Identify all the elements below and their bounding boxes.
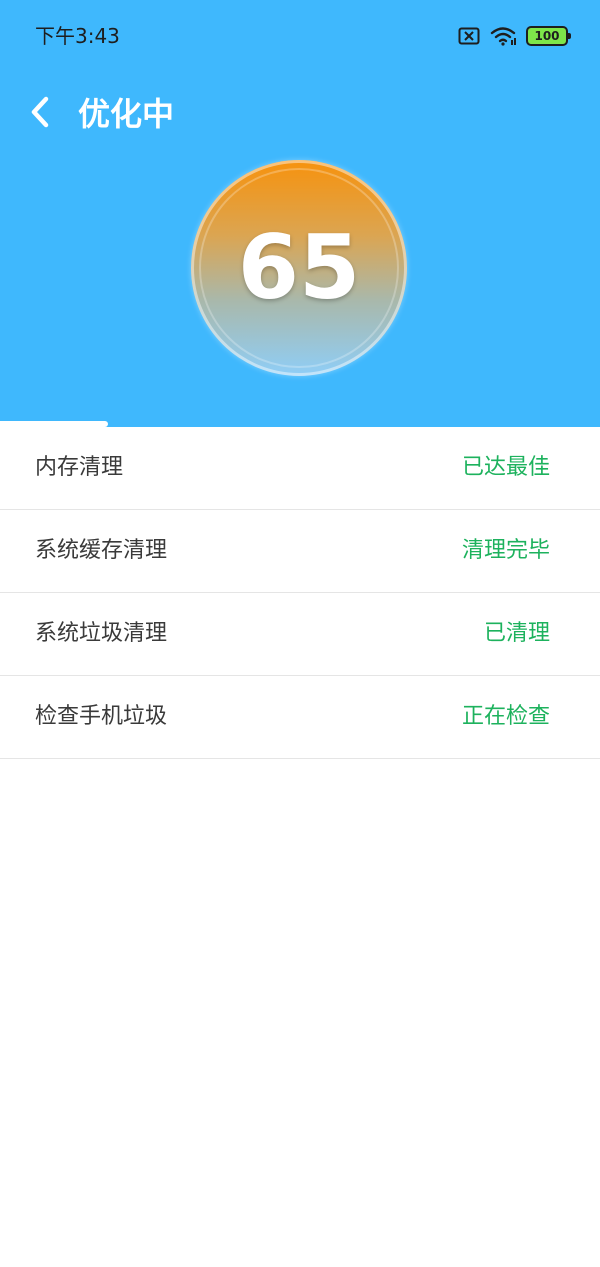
battery-icon: 100 [526,26,571,46]
task-item-system-cache: 系统缓存清理 清理完毕 [0,510,600,593]
optimization-screen: 下午3:43 100 优化中 65 内存清理 已达最佳 系统缓存清理 清理完毕 … [0,0,600,1267]
task-name: 检查手机垃圾 [35,704,168,729]
task-status: 已达最佳 [461,455,550,480]
nav-bar: 优化中 [0,82,600,146]
header-panel: 下午3:43 100 优化中 65 [0,0,600,427]
task-status: 正在检查 [461,704,550,729]
chevron-left-icon [29,95,51,133]
score-value: 65 [237,216,361,319]
task-name: 系统缓存清理 [35,538,168,563]
status-bar: 下午3:43 100 [0,0,600,72]
score-ball: 65 [191,160,407,376]
task-item-phone-junk: 检查手机垃圾 正在检查 [0,676,600,759]
page-title: 优化中 [78,95,175,133]
status-icons: 100 [458,24,571,48]
task-status: 清理完毕 [461,538,550,563]
wifi-icon [490,26,516,46]
task-status: 已清理 [483,621,550,646]
sim-off-icon [458,27,480,45]
task-item-system-junk: 系统垃圾清理 已清理 [0,593,600,676]
task-name: 内存清理 [35,455,124,480]
status-time: 下午3:43 [35,24,120,48]
battery-level: 100 [534,29,560,43]
task-item-memory: 内存清理 已达最佳 [0,427,600,510]
task-list: 内存清理 已达最佳 系统缓存清理 清理完毕 系统垃圾清理 已清理 检查手机垃圾 … [0,427,600,759]
task-name: 系统垃圾清理 [35,621,168,646]
back-button[interactable] [22,92,58,136]
